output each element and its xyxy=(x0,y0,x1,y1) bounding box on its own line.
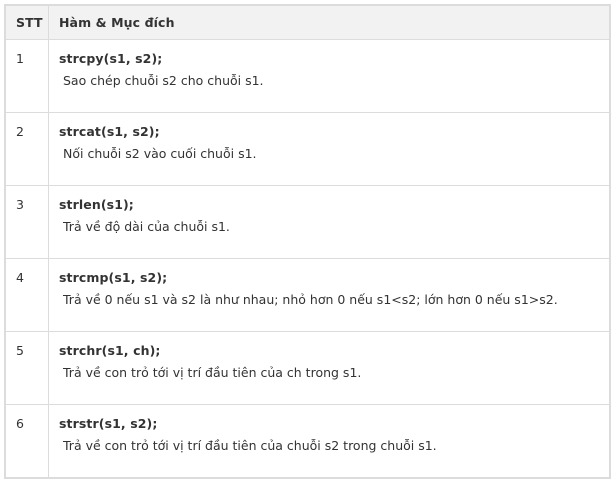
table-row: 6 strstr(s1, s2); Trả về con trỏ tới vị … xyxy=(5,404,610,478)
row-content: strchr(s1, ch); Trả về con trỏ tới vị tr… xyxy=(48,331,610,405)
header-stt: STT xyxy=(5,5,49,40)
function-name: strcpy(s1, s2); xyxy=(59,51,163,66)
row-number: 5 xyxy=(5,331,49,405)
table-row: 2 strcat(s1, s2); Nối chuỗi s2 vào cuối … xyxy=(5,112,610,186)
function-name: strcmp(s1, s2); xyxy=(59,270,168,285)
row-number: 3 xyxy=(5,185,49,259)
row-content: strcmp(s1, s2); Trả về 0 nếu s1 và s2 là… xyxy=(48,258,610,332)
function-name: strlen(s1); xyxy=(59,197,134,212)
table-row: 5 strchr(s1, ch); Trả về con trỏ tới vị … xyxy=(5,331,610,405)
row-content: strcpy(s1, s2); Sao chép chuỗi s2 cho ch… xyxy=(48,39,610,113)
function-name: strchr(s1, ch); xyxy=(59,343,161,358)
function-name: strstr(s1, s2); xyxy=(59,416,158,431)
function-name: strcat(s1, s2); xyxy=(59,124,160,139)
function-description: Trả về độ dài của chuỗi s1. xyxy=(63,219,230,234)
table-row: 1 strcpy(s1, s2); Sao chép chuỗi s2 cho … xyxy=(5,39,610,113)
table-row: 4 strcmp(s1, s2); Trả về 0 nếu s1 và s2 … xyxy=(5,258,610,332)
row-content: strlen(s1); Trả về độ dài của chuỗi s1. xyxy=(48,185,610,259)
function-description: Trả về con trỏ tới vị trí đầu tiên của c… xyxy=(63,438,437,453)
row-content: strcat(s1, s2); Nối chuỗi s2 vào cuối ch… xyxy=(48,112,610,186)
header-function-purpose: Hàm & Mục đích xyxy=(48,5,610,40)
row-content: strstr(s1, s2); Trả về con trỏ tới vị tr… xyxy=(48,404,610,478)
function-description: Sao chép chuỗi s2 cho chuỗi s1. xyxy=(63,73,264,88)
table-header-row: STT Hàm & Mục đích xyxy=(5,5,610,40)
string-functions-table: STT Hàm & Mục đích 1 strcpy(s1, s2); Sao… xyxy=(4,4,611,479)
row-number: 2 xyxy=(5,112,49,186)
function-description: Nối chuỗi s2 vào cuối chuỗi s1. xyxy=(63,146,257,161)
table-row: 3 strlen(s1); Trả về độ dài của chuỗi s1… xyxy=(5,185,610,259)
row-number: 6 xyxy=(5,404,49,478)
row-number: 4 xyxy=(5,258,49,332)
row-number: 1 xyxy=(5,39,49,113)
function-description: Trả về 0 nếu s1 và s2 là như nhau; nhỏ h… xyxy=(63,292,558,307)
function-description: Trả về con trỏ tới vị trí đầu tiên của c… xyxy=(63,365,362,380)
